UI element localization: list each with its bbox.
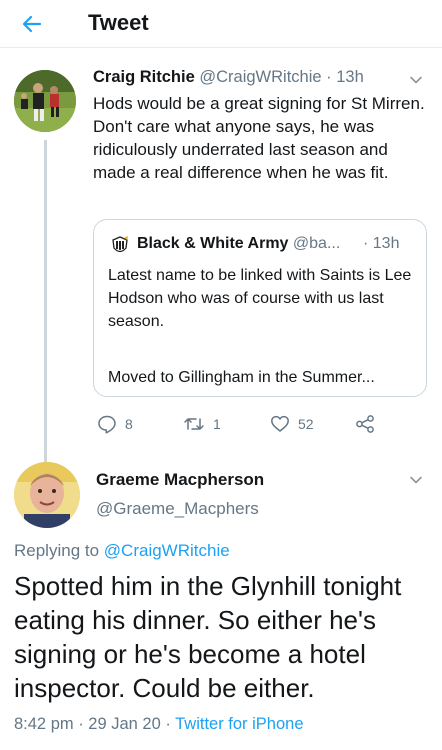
quoted-header: Black & White Army @ba...: [137, 235, 340, 253]
reply-button[interactable]: 8: [97, 414, 133, 434]
app-header: Tweet: [0, 0, 442, 48]
tweet-text: Hods would be a great signing for St Mir…: [93, 94, 425, 182]
avatar[interactable]: [14, 462, 80, 528]
like-button[interactable]: 52: [270, 414, 314, 434]
tweet-meta: 8:42 pm · 29 Jan 20 · Twitter for iPhone: [14, 715, 304, 734]
quoted-text: Latest name to be linked with Saints is …: [108, 267, 412, 330]
avatar-photo-icon: [14, 462, 80, 528]
timestamp: 8:42 pm · 29 Jan 20 ·: [14, 715, 176, 733]
heart-icon: [271, 415, 289, 432]
share-button[interactable]: [355, 414, 383, 434]
retweet-count: 1: [213, 416, 221, 432]
thread-line: [44, 140, 47, 510]
arrow-left-icon: [22, 15, 42, 33]
chevron-down-icon[interactable]: [408, 72, 424, 88]
page-title: Tweet: [88, 10, 149, 35]
author-handle[interactable]: @Graeme_Macphers: [96, 499, 259, 519]
quoted-tweet[interactable]: Black & White Army @ba... · 13h Latest n…: [93, 219, 427, 397]
reply-count: 8: [125, 416, 133, 432]
avatar[interactable]: [14, 70, 76, 132]
separator-dot: ·: [326, 68, 332, 86]
retweet-icon: [184, 418, 204, 430]
tweet-text: Spotted him in the Glynhill tonight eati…: [14, 571, 402, 703]
author-name[interactable]: Craig Ritchie: [93, 68, 195, 86]
club-crest-icon: [112, 236, 128, 253]
quoted-author-name: Black & White Army: [137, 235, 289, 252]
retweet-button[interactable]: 1: [183, 414, 221, 434]
quoted-author-handle: @ba...: [292, 235, 341, 252]
tweet-time: 13h: [336, 68, 364, 86]
replying-handle-link[interactable]: @CraigWRitchie: [104, 541, 230, 560]
replying-to: Replying to @CraigWRitchie: [14, 541, 230, 561]
reply-icon: [98, 415, 116, 434]
like-count: 52: [298, 416, 314, 432]
avatar-photo-icon: [14, 70, 76, 132]
author-handle[interactable]: @CraigWRitchie: [199, 68, 321, 86]
source-link[interactable]: Twitter for iPhone: [175, 715, 303, 733]
replying-prefix: Replying to: [14, 541, 100, 560]
chevron-down-icon[interactable]: [408, 472, 424, 488]
tweet-actions: 8 1 52: [93, 414, 393, 438]
tweet-header: Craig Ritchie @CraigWRitchie · 13h: [93, 68, 393, 87]
quoted-time: · 13h: [363, 235, 400, 252]
author-name[interactable]: Graeme Macpherson: [96, 470, 264, 490]
quoted-text-more: Moved to Gillingham in the Summer...: [108, 369, 375, 386]
back-button[interactable]: [16, 8, 48, 40]
share-icon: [356, 415, 374, 433]
